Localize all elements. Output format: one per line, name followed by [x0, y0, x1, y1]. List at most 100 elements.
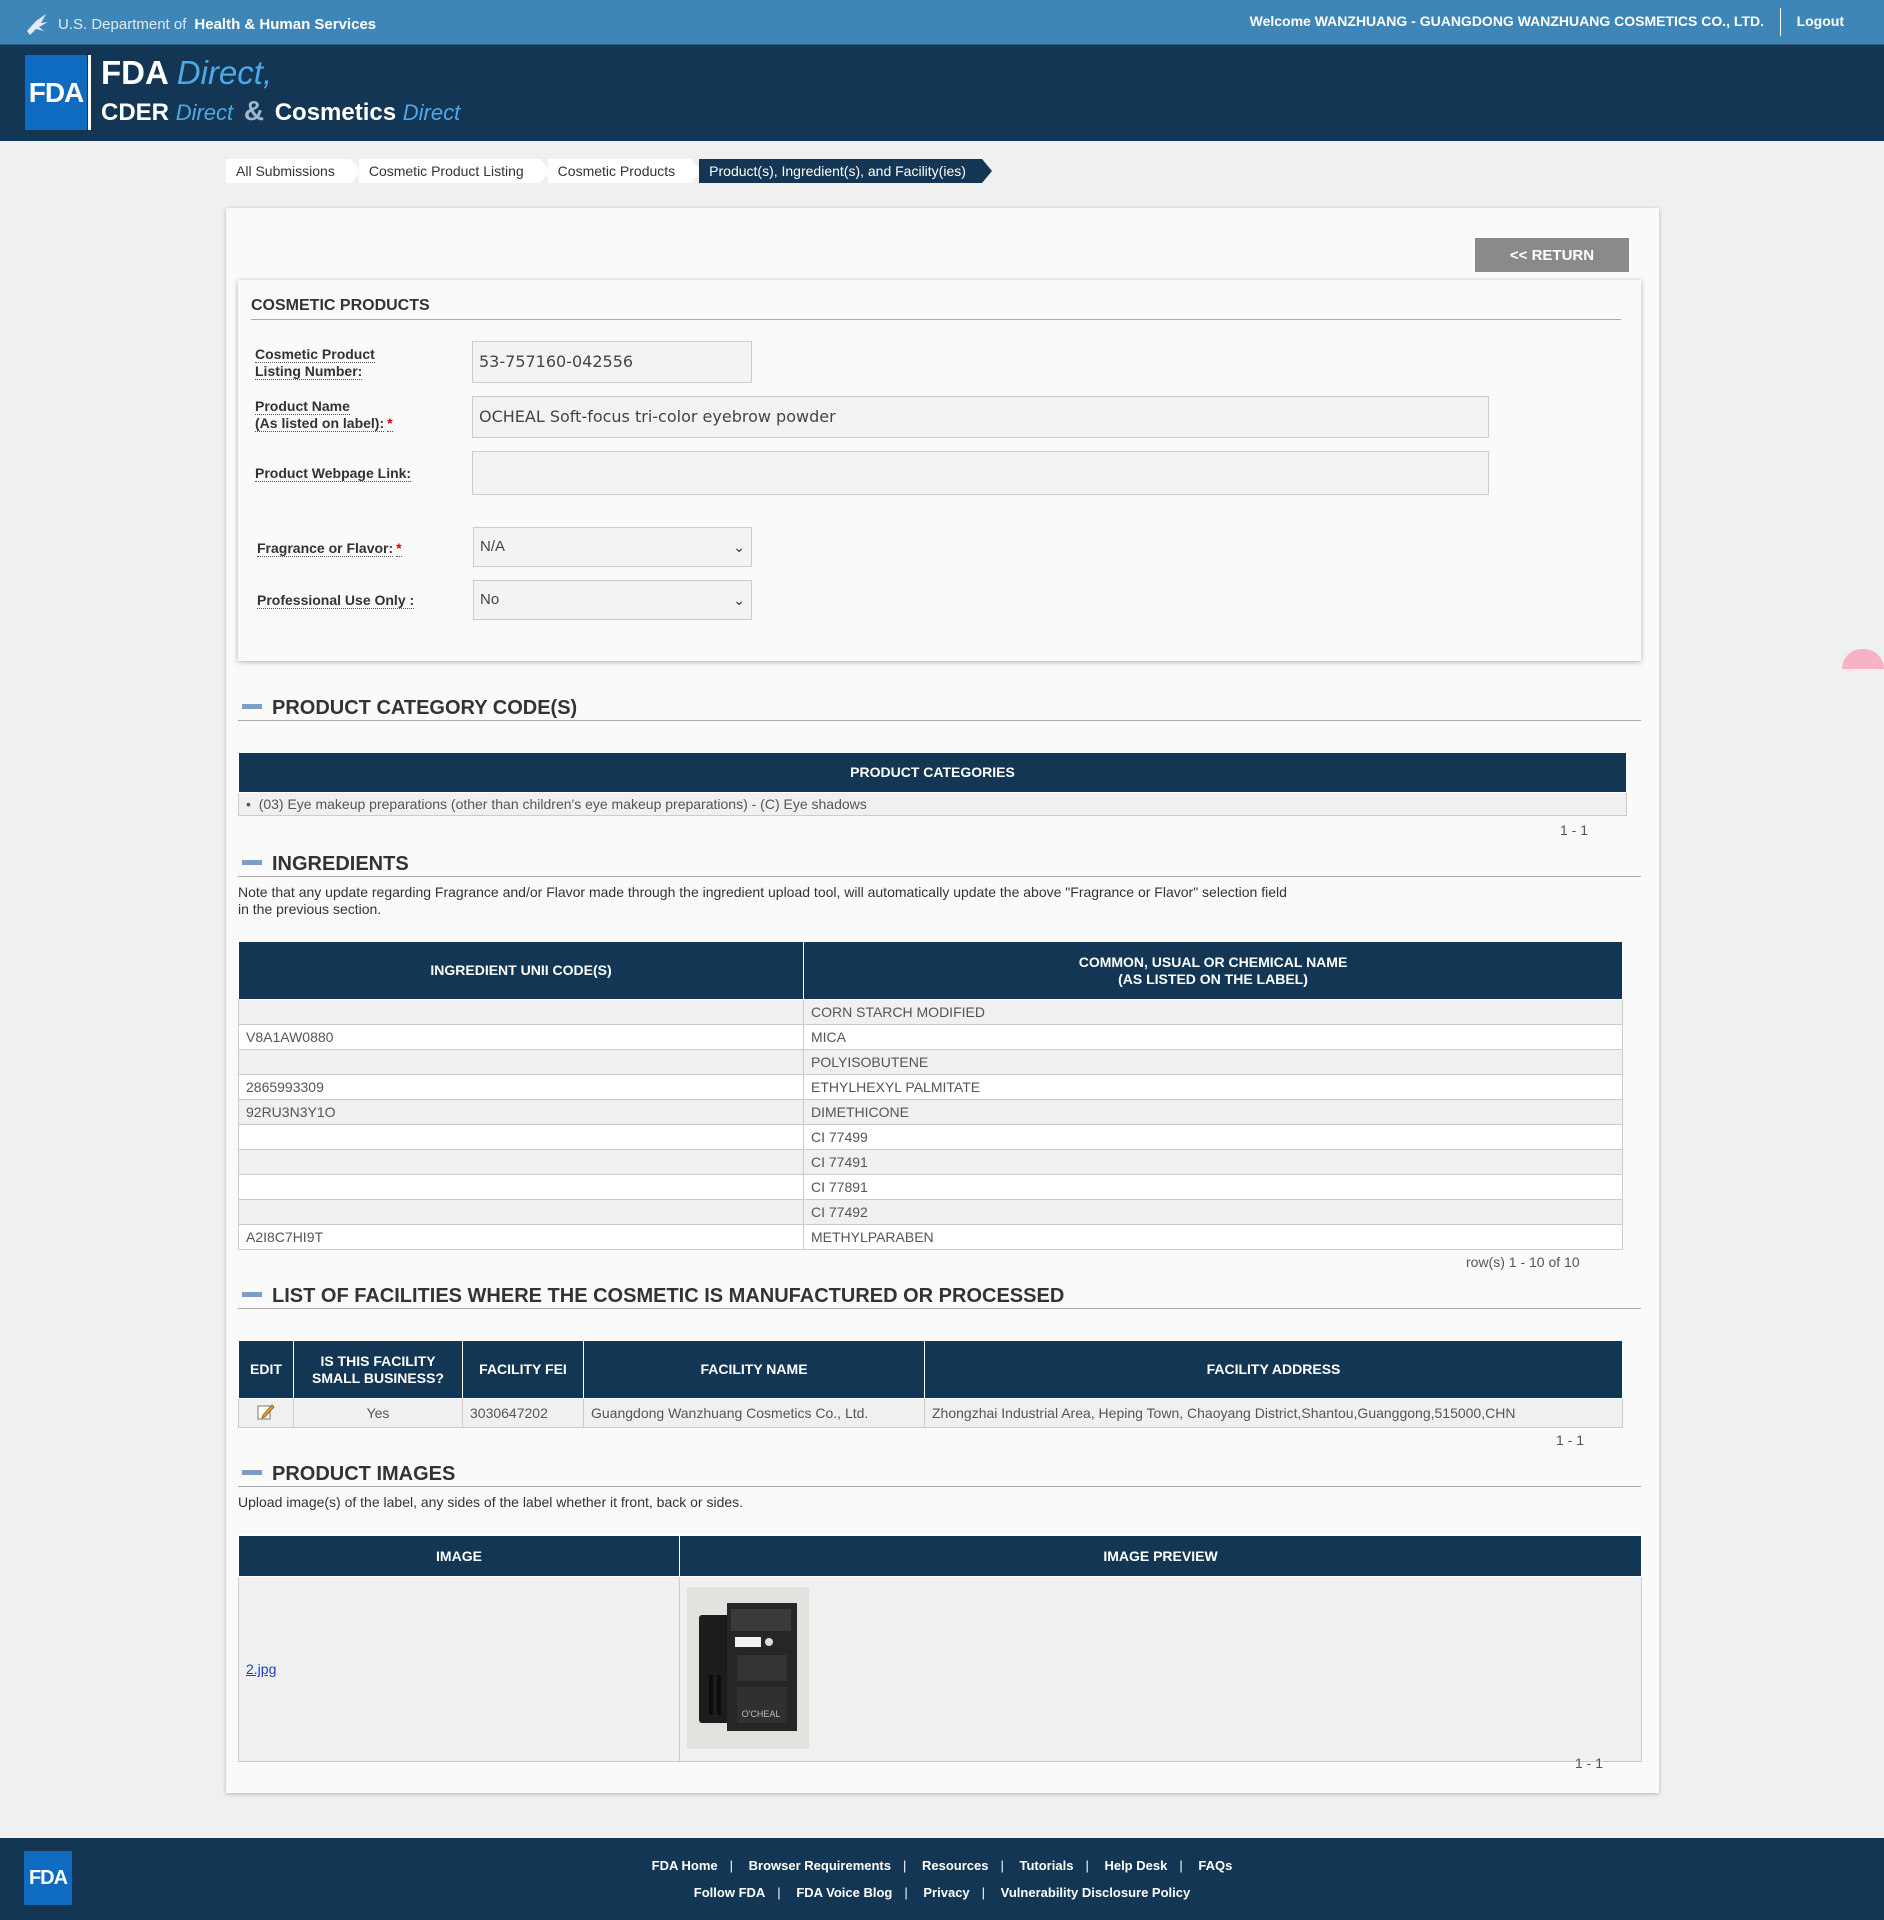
footer-link-fda-home[interactable]: FDA Home [652, 1858, 718, 1873]
category-column-header: PRODUCT CATEGORIES [238, 752, 1627, 793]
brand-direct: Direct, [176, 54, 273, 91]
welcome-text: Welcome WANZHUANG - GUANGDONG WANZHUANG … [1249, 13, 1764, 29]
facility-name-cell: Guangdong Wanzhuang Cosmetics Co., Ltd. [583, 1398, 925, 1428]
image-file-cell: 2.jpg [238, 1576, 680, 1762]
edit-cell [238, 1398, 294, 1428]
footer-link-follow-fda[interactable]: Follow FDA [694, 1885, 766, 1900]
collapse-icon[interactable] [242, 1292, 262, 1298]
fragrance-select[interactable]: N/A ⌄ [473, 527, 752, 567]
brand-cder: CDER [101, 99, 170, 126]
header-divider [1780, 8, 1781, 36]
breadcrumb-all-submissions[interactable]: All Submissions [226, 159, 361, 183]
collapse-icon[interactable] [242, 1470, 262, 1476]
return-button[interactable]: << RETURN [1475, 238, 1629, 272]
footer-link-tutorials[interactable]: Tutorials [1020, 1858, 1074, 1873]
images-section-header[interactable]: PRODUCT IMAGES [238, 1463, 1641, 1486]
breadcrumb-cosmetic-products[interactable]: Cosmetic Products [547, 159, 702, 183]
edit-pencil-icon[interactable] [257, 1403, 275, 1421]
chevron-down-icon: ⌄ [733, 539, 745, 555]
footer-link-voice-blog[interactable]: FDA Voice Blog [796, 1885, 892, 1900]
facilities-divider [238, 1308, 1641, 1309]
images-note: Upload image(s) of the label, any sides … [238, 1494, 744, 1510]
footer-link-resources[interactable]: Resources [922, 1858, 988, 1873]
ingredient-code-cell [238, 1124, 804, 1150]
image-preview-column-header: IMAGE PREVIEW [679, 1535, 1642, 1577]
image-preview-cell: O'CHEAL [679, 1576, 1642, 1762]
logo-divider [88, 55, 91, 130]
listing-number-label: Cosmetic Product Listing Number: [255, 346, 375, 380]
webpage-link-field[interactable] [472, 451, 1489, 495]
ingredient-name-cell: MICA [803, 1024, 1623, 1050]
small-business-header-line2: SMALL BUSINESS? [312, 1369, 444, 1386]
ingredient-name-cell: CI 77492 [803, 1199, 1623, 1225]
ingredient-code-cell: 2865993309 [238, 1074, 804, 1100]
ingredients-divider [238, 876, 1641, 877]
required-mark: * [396, 540, 402, 557]
breadcrumb: All Submissions Cosmetic Product Listing… [226, 159, 992, 183]
images-pager: 1 - 1 [1575, 1755, 1604, 1771]
table-row: • (03) Eye makeup preparations (other th… [238, 792, 1627, 816]
category-section-header[interactable]: PRODUCT CATEGORY CODE(S) [238, 697, 1641, 720]
table-row: CI 77891 [238, 1174, 1623, 1200]
webpage-link-label-text: Product Webpage Link: [255, 465, 412, 482]
ingredient-name-header-line1: COMMON, USUAL OR CHEMICAL NAME [1078, 953, 1348, 970]
collapse-icon[interactable] [242, 860, 262, 866]
table-row: CI 77491 [238, 1149, 1623, 1175]
ingredients-section-header[interactable]: INGREDIENTS [238, 853, 1641, 876]
small-business-header-line1: IS THIS FACILITY [320, 1352, 436, 1369]
facilities-section-header[interactable]: LIST OF FACILITIES WHERE THE COSMETIC IS… [238, 1285, 1641, 1308]
image-file-link[interactable]: 2.jpg [246, 1661, 276, 1677]
required-mark: * [387, 415, 393, 432]
facility-address-column-header: FACILITY ADDRESS [924, 1340, 1623, 1399]
ingredient-code-cell: A2I8C7HI9T [238, 1224, 804, 1250]
category-divider [238, 720, 1641, 721]
fda-logo[interactable]: FDA [25, 55, 87, 130]
footer-link-browser-requirements[interactable]: Browser Requirements [749, 1858, 891, 1873]
ingredient-name-cell: CI 77491 [803, 1149, 1623, 1175]
breadcrumb-cosmetic-product-listing[interactable]: Cosmetic Product Listing [358, 159, 550, 183]
ingredient-code-cell [238, 1149, 804, 1175]
footer-link-vulnerability-policy[interactable]: Vulnerability Disclosure Policy [1001, 1885, 1191, 1900]
collapse-icon[interactable] [242, 704, 262, 710]
table-row: CI 77499 [238, 1124, 1623, 1150]
edit-column-header: EDIT [238, 1340, 294, 1399]
brand-cosmetics: Cosmetics [274, 99, 397, 126]
table-row: 2865993309 ETHYLHEXYL PALMITATE [238, 1074, 1623, 1100]
image-column-header: IMAGE [238, 1535, 680, 1577]
form-divider [251, 319, 1621, 320]
logout-link[interactable]: Logout [1797, 13, 1844, 29]
footer-link-faqs[interactable]: FAQs [1198, 1858, 1232, 1873]
professional-label: Professional Use Only : [257, 592, 415, 609]
listing-number-label-line2: Listing Number: [255, 363, 363, 380]
hhs-bar: U.S. Department of Health & Human Servic… [0, 0, 1884, 45]
small-business-cell: Yes [293, 1398, 463, 1428]
ingredient-name-cell: CI 77891 [803, 1174, 1623, 1200]
listing-number-field[interactable]: 53-757160-042556 [472, 341, 752, 383]
fragrance-value: N/A [480, 538, 506, 555]
category-cell: • (03) Eye makeup preparations (other th… [238, 792, 1627, 816]
facility-address-cell: Zhongzhai Industrial Area, Heping Town, … [924, 1398, 1623, 1428]
ingredient-code-column-header: INGREDIENT UNII CODE(S) [238, 941, 804, 1000]
ingredients-pager: row(s) 1 - 10 of 10 [1466, 1254, 1580, 1270]
webpage-link-label: Product Webpage Link: [255, 465, 412, 482]
table-row: 92RU3N3Y1O DIMETHICONE [238, 1099, 1623, 1125]
footer-link-privacy[interactable]: Privacy [923, 1885, 969, 1900]
product-name-field[interactable]: OCHEAL Soft-focus tri-color eyebrow powd… [472, 396, 1489, 438]
fragrance-label: Fragrance or Flavor: * [257, 540, 402, 557]
brand-cosmetics-direct: Direct [402, 100, 461, 125]
product-name-label-line2: (As listed on label): [255, 415, 385, 432]
brand-cder-direct: Direct [175, 100, 234, 125]
table-row: CI 77492 [238, 1199, 1623, 1225]
ingredient-name-header-line2: (AS LISTED ON THE LABEL) [1118, 970, 1308, 987]
brand-title-line1: FDA Direct, [101, 54, 272, 92]
ingredients-section-title: INGREDIENTS [272, 853, 409, 875]
footer-links-row2: Follow FDA | FDA Voice Blog | Privacy | Vul… [693, 1885, 1191, 1900]
hhs-link[interactable]: U.S. Department of Health & Human Servic… [24, 11, 376, 37]
product-thumbnail[interactable]: O'CHEAL [687, 1586, 809, 1749]
footer-link-help-desk[interactable]: Help Desk [1104, 1858, 1167, 1873]
brand-amp: & [243, 95, 265, 126]
ingredient-name-column-header: COMMON, USUAL OR CHEMICAL NAME (AS LISTED… [803, 941, 1623, 1000]
facilities-section-title: LIST OF FACILITIES WHERE THE COSMETIC IS… [272, 1285, 1065, 1307]
professional-select[interactable]: No ⌄ [473, 580, 752, 620]
side-widget[interactable] [1842, 649, 1884, 669]
